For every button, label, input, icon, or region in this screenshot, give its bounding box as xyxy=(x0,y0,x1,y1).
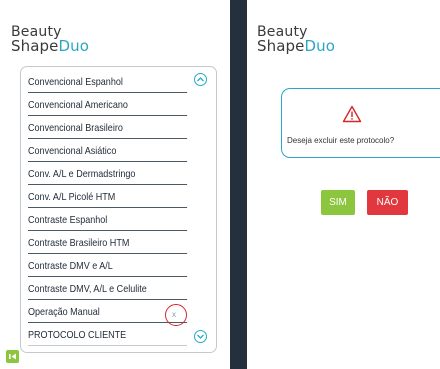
protocol-list-item[interactable]: Contraste Espanhol xyxy=(28,210,188,231)
chevron-down-icon xyxy=(197,334,204,339)
scroll-up-button[interactable] xyxy=(194,73,207,86)
protocol-list-box: Convencional Espanhol Convencional Americ… xyxy=(20,66,217,353)
confirm-yes-button[interactable]: SIM xyxy=(321,190,355,215)
confirm-no-button[interactable]: NÃO xyxy=(367,190,408,215)
protocol-list-screen: Beauty ShapeDuo Convencional Espanhol Con… xyxy=(0,0,230,369)
protocol-list-item[interactable]: Contraste Brasileiro HTM xyxy=(28,233,188,254)
logo-accent: Duo xyxy=(304,37,336,55)
protocol-list: Convencional Espanhol Convencional Americ… xyxy=(28,72,188,348)
protocol-list-item[interactable]: Convencional Asiático xyxy=(28,141,188,162)
warning-icon xyxy=(342,105,362,123)
logo-line-2: Shape xyxy=(257,37,305,55)
back-button[interactable] xyxy=(6,350,19,363)
back-arrow-icon xyxy=(9,353,16,360)
delete-protocol-button[interactable]: x xyxy=(165,304,187,326)
protocol-list-item[interactable]: Convencional Brasileiro xyxy=(28,118,188,139)
protocol-list-item[interactable]: Conv. A/L e Dermadstringo xyxy=(28,164,188,185)
delete-confirm-screen: Beauty ShapeDuo Deseja excluir este prot… xyxy=(247,0,440,369)
brand-logo: Beauty ShapeDuo xyxy=(11,25,90,55)
protocol-list-item[interactable]: Contraste DMV e A/L xyxy=(28,256,188,277)
scroll-down-button[interactable] xyxy=(194,330,207,343)
chevron-up-icon xyxy=(197,77,204,82)
protocol-list-item[interactable]: Conv. A/L Picolé HTM xyxy=(28,187,188,208)
protocol-list-item[interactable]: Convencional Espanhol xyxy=(28,72,188,93)
brand-logo: Beauty ShapeDuo xyxy=(257,25,336,55)
dialog-message: Deseja excluir este protocolo? xyxy=(287,136,395,145)
logo-line-2: Shape xyxy=(11,37,59,55)
delete-x-icon: x xyxy=(172,310,176,319)
protocol-list-item[interactable]: Operação Manual xyxy=(28,302,188,323)
protocol-list-item[interactable]: PROTOCOLO CLIENTE xyxy=(28,325,188,346)
logo-accent: Duo xyxy=(58,37,90,55)
protocol-list-item[interactable]: Contraste DMV, A/L e Celulite xyxy=(28,279,188,300)
protocol-list-item[interactable]: Convencional Americano xyxy=(28,95,188,116)
confirm-dialog: Deseja excluir este protocolo? xyxy=(281,88,440,158)
panel-divider xyxy=(230,0,247,369)
